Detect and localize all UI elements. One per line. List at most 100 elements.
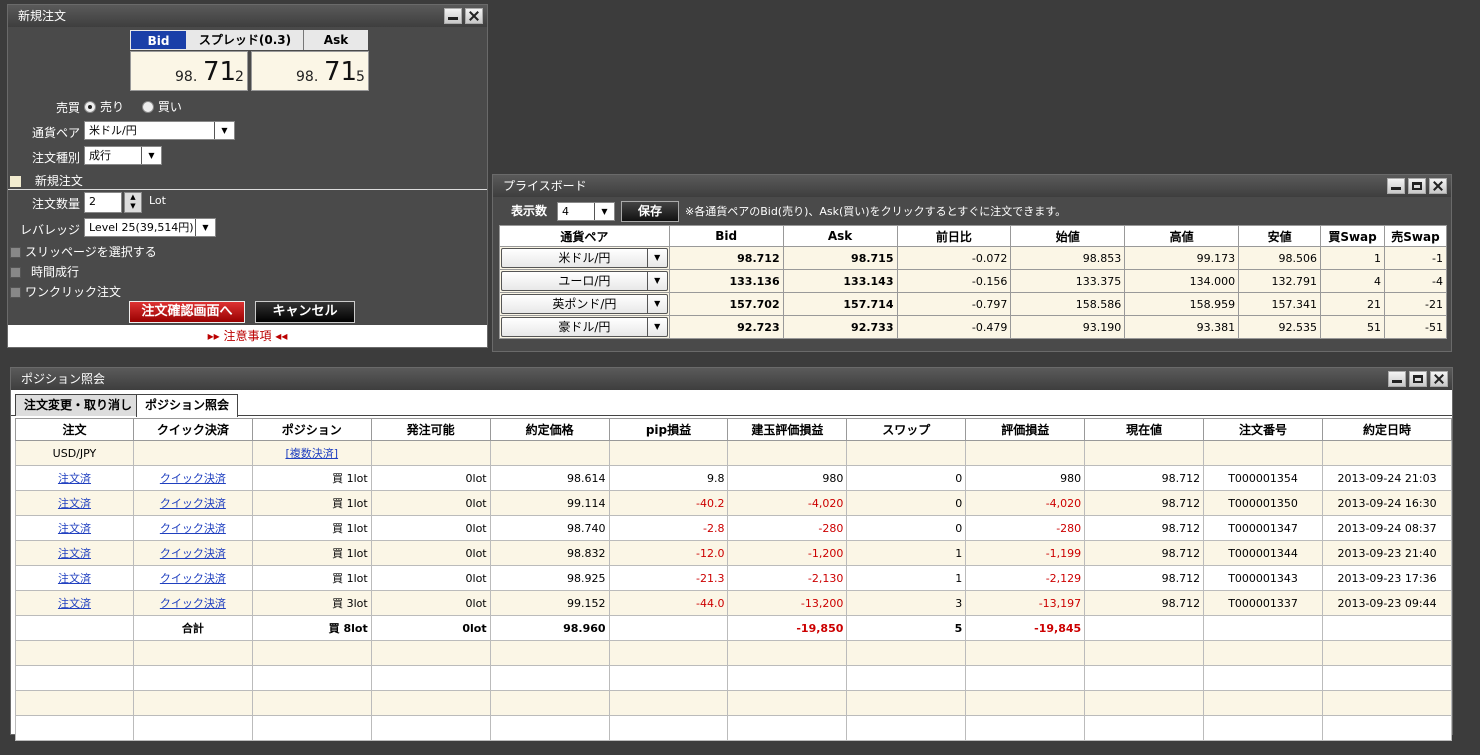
- ask-price-cell[interactable]: 133.143: [782, 269, 898, 293]
- value-cell: -0.156: [896, 269, 1012, 293]
- ask-price-cell[interactable]: 98.715: [782, 246, 898, 270]
- total-cell: 5: [846, 615, 967, 641]
- ask-price-fraction: 5: [356, 69, 365, 85]
- pair-label: 通貨ペア: [31, 126, 80, 140]
- quick-settle-link[interactable]: クイック決済: [160, 572, 226, 585]
- pair-select[interactable]: ユーロ/円 ▼: [501, 271, 668, 291]
- order-type-select[interactable]: 成行 ▼: [84, 146, 162, 165]
- value-cell: -44.0: [608, 590, 729, 616]
- close-icon[interactable]: [465, 8, 483, 24]
- bid-price-cell[interactable]: 98.712: [668, 246, 784, 270]
- order-cell: 注文済: [15, 490, 134, 516]
- qty-input[interactable]: 2: [84, 192, 122, 213]
- oneclick-option[interactable]: ワンクリック注文: [10, 283, 121, 300]
- quick-settle-link[interactable]: クイック決済: [160, 597, 226, 610]
- maximize-icon[interactable]: [1408, 178, 1426, 194]
- value-cell: -2.8: [608, 515, 729, 541]
- total-cell: -19,845: [965, 615, 1086, 641]
- quick-settle-cell: クイック決済: [132, 540, 253, 566]
- value-cell: 0lot: [370, 565, 491, 591]
- oneclick-checkbox[interactable]: [10, 287, 21, 298]
- slippage-checkbox[interactable]: [10, 247, 21, 258]
- quick-settle-link[interactable]: クイック決済: [160, 497, 226, 510]
- chevron-down-icon: ▼: [195, 219, 215, 236]
- minimize-icon[interactable]: [444, 8, 462, 24]
- tab-order-modify[interactable]: 注文変更・取り消し: [15, 394, 142, 416]
- confirm-order-button[interactable]: 注文確認画面へ: [129, 301, 245, 323]
- positions-titlebar[interactable]: ポジション照会: [11, 368, 1452, 390]
- value-cell: -1,199: [965, 540, 1086, 566]
- timed-checkbox[interactable]: [10, 267, 21, 278]
- leverage-select[interactable]: Level 25(39,514円) ▼: [84, 218, 216, 237]
- pair-select[interactable]: 米ドル/円 ▼: [84, 121, 235, 140]
- notice-link[interactable]: ▸▸ 注意事項 ◂◂: [8, 325, 487, 347]
- multi-settle-link[interactable]: [複数決済]: [285, 447, 338, 460]
- minimize-icon[interactable]: [1387, 178, 1405, 194]
- bid-price-button[interactable]: 98. 71 2: [130, 51, 248, 91]
- bid-price-cell[interactable]: 133.136: [668, 269, 784, 293]
- quick-settle-link[interactable]: クイック決済: [160, 472, 226, 485]
- tab-positions[interactable]: ポジション照会: [136, 394, 239, 417]
- count-select[interactable]: 4 ▼: [557, 202, 615, 221]
- value-cell: 93.381: [1124, 315, 1240, 339]
- empty-row: [15, 690, 1452, 716]
- empty-cell: [1203, 665, 1324, 691]
- slippage-option[interactable]: スリッページを選択する: [10, 243, 157, 260]
- buy-radio[interactable]: [141, 101, 154, 113]
- empty-cell: [1322, 615, 1452, 641]
- value-cell: 980: [727, 465, 848, 491]
- ask-price-button[interactable]: 98. 71 5: [251, 51, 369, 91]
- pair-select[interactable]: 英ポンド/円 ▼: [501, 294, 668, 314]
- bid-price-cell[interactable]: 92.723: [668, 315, 784, 339]
- value-cell: 98.712: [1084, 590, 1205, 616]
- order-link[interactable]: 注文済: [58, 497, 91, 510]
- sell-radio[interactable]: [84, 101, 96, 113]
- empty-cell: [370, 440, 491, 466]
- qty-stepper[interactable]: ▲ ▼: [124, 192, 142, 213]
- order-link[interactable]: 注文済: [58, 597, 91, 610]
- quick-settle-cell: クイック決済: [132, 565, 253, 591]
- order-cell: 注文済: [15, 540, 134, 566]
- new-order-window: 新規注文 Bid スプレッド(0.3) Ask 98. 71 2 98. 71 …: [7, 4, 488, 348]
- buy-radio-label: 買い: [157, 100, 182, 114]
- ask-price-cell[interactable]: 157.714: [782, 292, 898, 316]
- save-button[interactable]: 保存: [621, 201, 679, 222]
- group-pair: USD/JPY: [15, 440, 134, 466]
- close-icon[interactable]: [1429, 178, 1447, 194]
- minimize-icon[interactable]: [1388, 371, 1406, 387]
- new-order-titlebar[interactable]: 新規注文: [8, 5, 487, 27]
- timed-option[interactable]: 時間成行: [10, 263, 79, 280]
- ask-price-cell[interactable]: 92.733: [782, 315, 898, 339]
- value-cell: -2,129: [965, 565, 1086, 591]
- order-link[interactable]: 注文済: [58, 572, 91, 585]
- price-row: 米ドル/円 ▼ 98.712 98.715 -0.072 98.853 99.173 98.5…: [499, 246, 1447, 270]
- bid-price-cell[interactable]: 157.702: [668, 292, 784, 316]
- empty-cell: [727, 665, 848, 691]
- maximize-icon[interactable]: [1409, 371, 1427, 387]
- order-link[interactable]: 注文済: [58, 522, 91, 535]
- empty-cell: [489, 690, 610, 716]
- value-cell: -0.072: [896, 246, 1012, 270]
- pair-select[interactable]: 豪ドル/円 ▼: [501, 317, 668, 337]
- value-cell: -13,197: [965, 590, 1086, 616]
- value-cell: 157.341: [1238, 292, 1322, 316]
- column-header: 約定日時: [1322, 418, 1452, 441]
- quick-settle-link[interactable]: クイック決済: [160, 547, 226, 560]
- empty-cell: [251, 690, 372, 716]
- order-link[interactable]: 注文済: [58, 472, 91, 485]
- value-cell: 1: [846, 565, 967, 591]
- chevron-down-icon: ▼: [214, 122, 234, 139]
- close-icon[interactable]: [1430, 371, 1448, 387]
- quick-settle-link[interactable]: クイック決済: [160, 522, 226, 535]
- value-cell: 99.152: [489, 590, 610, 616]
- pair-name: ユーロ/円: [558, 274, 611, 288]
- cancel-button[interactable]: キャンセル: [255, 301, 355, 323]
- leverage-label: レバレッジ: [19, 223, 80, 237]
- order-link[interactable]: 注文済: [58, 547, 91, 560]
- price-board-titlebar[interactable]: プライスボード: [493, 175, 1451, 197]
- value-cell: 0: [846, 490, 967, 516]
- price-row: 豪ドル/円 ▼ 92.723 92.733 -0.479 93.190 93.381 92.5…: [499, 315, 1447, 339]
- quick-settle-cell: クイック決済: [132, 490, 253, 516]
- pair-select[interactable]: 米ドル/円 ▼: [501, 248, 668, 268]
- value-cell: -4: [1384, 269, 1447, 293]
